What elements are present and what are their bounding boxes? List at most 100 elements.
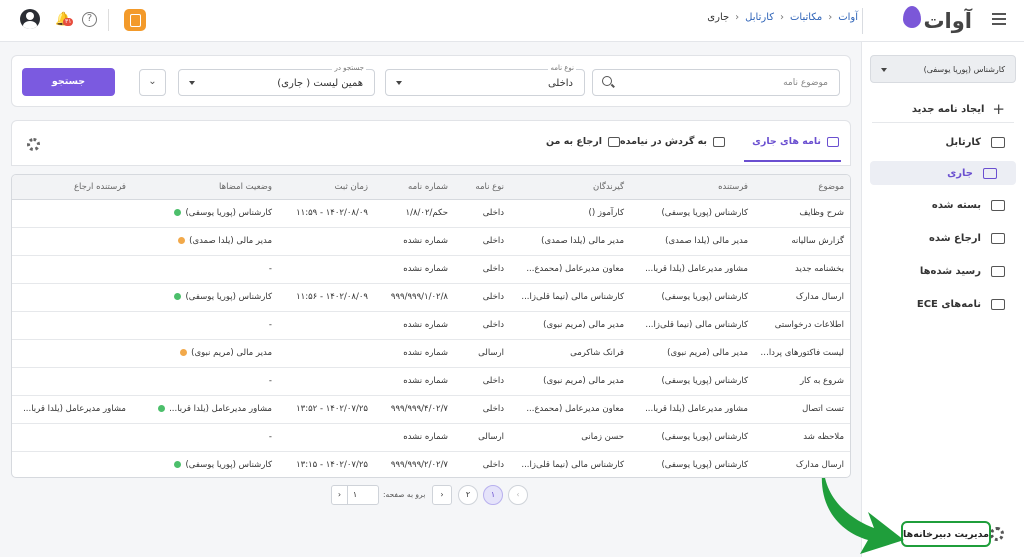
cell-sign: مدیر مالی (مریم نبوی) <box>134 339 280 368</box>
tab-current-letters[interactable]: نامه های جاری <box>752 136 839 147</box>
app-switch-icon[interactable] <box>124 9 146 31</box>
double-chevron-down-icon: ⌄ <box>148 76 157 87</box>
inbox-icon <box>983 167 997 179</box>
column-header[interactable]: فرستنده <box>632 175 756 200</box>
signature-text: کارشناس (پوریا یوسفی) <box>185 208 272 218</box>
table-row[interactable]: لیست فاکتورهای پرداخت... مدیر مالی (مریم … <box>12 339 850 368</box>
mail-plus-icon <box>713 136 725 147</box>
cell-number: شماره نشده <box>376 423 456 452</box>
breadcrumb-cartable[interactable]: کارتابل <box>745 12 774 23</box>
table-row[interactable]: بخشنامه جدید مشاور مدیرعامل (یلدا قربا...… <box>12 255 850 284</box>
cell-sign: کارشناس (پوریا یوسفی) <box>134 199 280 228</box>
secretariat-management-button[interactable]: مدیریت دبیرخانه‌ها <box>901 521 991 547</box>
cell-time <box>280 367 376 396</box>
role-selector[interactable]: کارشناس (پوریا یوسفی) <box>870 55 1016 83</box>
chevron-right-icon[interactable]: › <box>332 486 348 504</box>
new-letter-button[interactable]: + ایجاد نامه جدید <box>912 100 1005 118</box>
column-header[interactable]: گیرندگان <box>512 175 632 200</box>
cell-type: داخلی <box>456 283 512 312</box>
user-avatar-icon[interactable] <box>20 9 40 29</box>
pager-page-1[interactable]: ۱ <box>483 485 503 505</box>
mail-forward-icon <box>991 232 1005 244</box>
column-header[interactable]: وضعیت امضاها <box>134 175 280 200</box>
tab-referred-to-me[interactable]: ارجاع به من <box>546 136 620 147</box>
pending-circle-icon <box>178 237 186 244</box>
column-header[interactable]: شماره نامه <box>376 175 456 200</box>
sidebar-item-referred[interactable]: ارجاع شده <box>861 226 1024 250</box>
new-letter-label: ایجاد نامه جدید <box>911 103 985 115</box>
table-settings-gear-icon[interactable] <box>27 138 40 151</box>
cell-ref: مشاور مدیرعامل (یلدا قربا... <box>12 395 134 424</box>
cell-sender: مشاور مدیرعامل (یلدا قربا... <box>632 255 756 284</box>
table-row[interactable]: تست اتصال مشاور مدیرعامل (یلدا قربا... معا… <box>12 395 850 424</box>
cell-sender: کارشناس (پوریا یوسفی) <box>632 423 756 452</box>
help-icon[interactable]: ? <box>82 12 97 27</box>
cell-time <box>280 423 376 452</box>
check-circle-icon <box>174 209 182 216</box>
pager-next-button[interactable]: › <box>432 485 452 505</box>
cell-sender: مدیر مالی (مریم نبوی) <box>632 339 756 368</box>
pager-prev-button[interactable]: ‹ <box>508 485 528 505</box>
letter-type-label: نوع نامه <box>548 64 576 73</box>
table-header-row: موضوع فرستنده گیرندگان نوع نامه شماره نا… <box>12 175 850 200</box>
expand-filters-button[interactable]: ⌄ <box>139 69 166 96</box>
table-row[interactable]: ارسال مدارک کارشناس (پوریا یوسفی) کارشناس … <box>12 451 850 477</box>
table-row[interactable]: گزارش سالیانه مدیر مالی (یلدا صمدی) مدیر م… <box>12 227 850 256</box>
tab-not-circulated[interactable]: به گردش در نیامده <box>620 136 725 147</box>
notification-badge: ۳۱ <box>63 18 74 26</box>
search-scope-value: همین لیست ( جاری) <box>277 78 363 89</box>
notifications-bell-icon[interactable]: 🔔۳۱ <box>55 11 74 29</box>
inbox-arrow-icon <box>608 136 620 147</box>
cell-ref <box>12 255 134 284</box>
cell-recipients: کارشناس مالی (نیما قلی‌زا... <box>512 451 632 477</box>
sidebar-item-current[interactable]: جاری <box>870 161 1016 185</box>
signature-text: مشاور مدیرعامل (یلدا قربا... <box>169 404 272 414</box>
search-button[interactable]: جستجو <box>22 68 115 96</box>
letter-type-select[interactable]: نوع نامه داخلی <box>385 64 585 96</box>
pending-circle-icon <box>180 349 188 356</box>
column-header[interactable]: زمان ثبت <box>280 175 376 200</box>
logo-text: آوات <box>923 9 972 33</box>
column-header[interactable]: فرستنده ارجاع <box>12 175 134 200</box>
cell-sender: کارشناس مالی (نیما قلی‌زا... <box>632 311 756 340</box>
breadcrumb-correspondence[interactable]: مکاتبات <box>790 12 822 23</box>
table-row[interactable]: ارسال مدارک کارشناس (پوریا یوسفی) کارشناس … <box>12 283 850 312</box>
cell-recipients: کارآموز () <box>512 199 632 228</box>
cell-number: حکم/۱/۸/۰۲ <box>376 199 456 228</box>
caret-down-icon <box>881 68 887 72</box>
cell-sender: کارشناس (پوریا یوسفی) <box>632 367 756 396</box>
cell-number: ۹۹۹/۹۹۹/۴/۰۲/۷ <box>376 395 456 424</box>
hamburger-menu-icon[interactable] <box>992 13 1006 25</box>
pager-page-2[interactable]: ۲ <box>458 485 478 505</box>
check-box-icon <box>991 199 1005 211</box>
table-row[interactable]: ملاحظه شد کارشناس (پوریا یوسفی) حسن زمانی ا… <box>12 423 850 452</box>
subject-search-input[interactable]: موضوع نامه <box>592 69 840 96</box>
goto-page-input[interactable]: › ۱ <box>331 485 379 505</box>
signature-text: مدیر مالی (مریم نبوی) <box>191 348 272 358</box>
table-row[interactable]: شرح وظایف کارشناس (پوریا یوسفی) کارآموز ()… <box>12 199 850 228</box>
sidebar-item-cartable[interactable]: کارتابل <box>861 130 1024 154</box>
cell-type: داخلی <box>456 199 512 228</box>
breadcrumb-current: جاری <box>707 12 730 23</box>
sidebar-item-ece[interactable]: نامه‌های ECE <box>861 292 1024 316</box>
table-row[interactable]: شروع به کار کارشناس (پوریا یوسفی) مدیر مال… <box>12 367 850 396</box>
sidebar-item-received[interactable]: رسید شده‌ها <box>861 259 1024 283</box>
letters-table: موضوع فرستنده گیرندگان نوع نامه شماره نا… <box>11 174 851 478</box>
gear-icon[interactable] <box>990 527 1004 541</box>
column-header[interactable]: موضوع <box>756 175 850 200</box>
tab-label: نامه های جاری <box>752 136 821 147</box>
cell-number: ۹۹۹/۹۹۹/۱/۰۲/۸ <box>376 283 456 312</box>
table-row[interactable]: اطلاعات درخواستی کارشناس مالی (نیما قلی‌ز… <box>12 311 850 340</box>
cell-subject: تست اتصال <box>756 395 850 424</box>
goto-page-value: ۱ <box>352 490 358 499</box>
sidebar-item-closed[interactable]: بسته شده <box>861 193 1024 217</box>
app-logo[interactable]: آوات <box>903 6 972 36</box>
sidebar-item-label: ارجاع شده <box>929 232 981 244</box>
cell-type: داخلی <box>456 395 512 424</box>
cell-time: ۱۴۰۲/۰۸/۰۹ - ۱۱:۵۹ <box>280 199 376 228</box>
cell-subject: ارسال مدارک <box>756 283 850 312</box>
breadcrumb-home[interactable]: آوات <box>838 12 858 23</box>
sidebar-item-label: جاری <box>947 167 973 179</box>
search-scope-select[interactable]: جستجو در همین لیست ( جاری) <box>178 64 375 96</box>
column-header[interactable]: نوع نامه <box>456 175 512 200</box>
